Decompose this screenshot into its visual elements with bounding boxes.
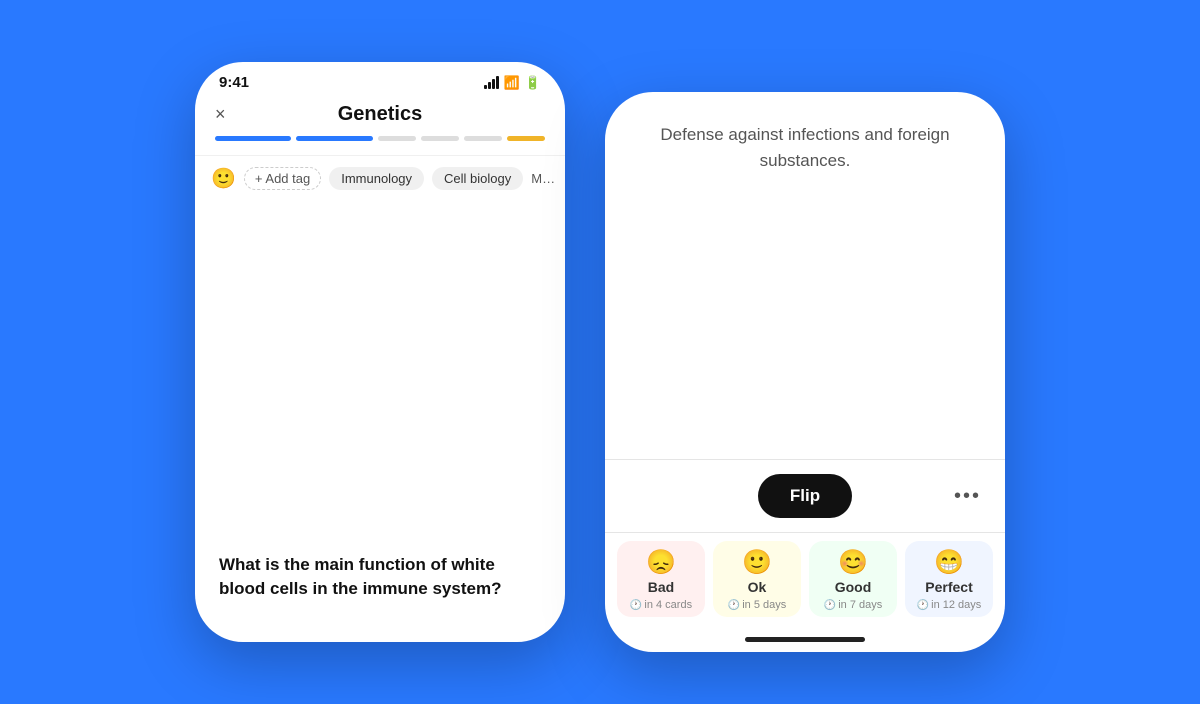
- tag-cell-biology[interactable]: Cell biology: [432, 167, 523, 190]
- progress-seg-5: [464, 136, 502, 141]
- phone-header: × Genetics: [195, 95, 565, 136]
- rating-row: 😞 Bad 🕐 in 4 cards 🙂 Ok 🕐 in 5 days: [605, 533, 1005, 629]
- flip-button[interactable]: Flip: [758, 474, 852, 518]
- close-button[interactable]: ×: [215, 104, 226, 125]
- phone-left: 9:41 📶 🔋 × Gene: [195, 62, 565, 642]
- tags-row: 🙂 + Add tag Immunology Cell biology M…: [195, 155, 565, 201]
- more-button[interactable]: •••: [954, 485, 981, 508]
- phones-container: 9:41 📶 🔋 × Gene: [195, 52, 1005, 652]
- progress-seg-4: [421, 136, 459, 141]
- status-icons-left: 📶 🔋: [484, 75, 541, 91]
- good-label: Good: [835, 579, 872, 595]
- ok-label: Ok: [748, 579, 767, 595]
- progress-seg-3: [378, 136, 416, 141]
- ok-emoji: 🙂: [742, 551, 772, 575]
- rating-ok-button[interactable]: 🙂 Ok 🕐 in 5 days: [713, 541, 801, 617]
- perfect-emoji: 😁: [934, 551, 964, 575]
- bad-sub: 🕐 in 4 cards: [630, 599, 692, 611]
- rating-bad-button[interactable]: 😞 Bad 🕐 in 4 cards: [617, 541, 705, 617]
- wifi-icon: 📶: [504, 75, 520, 91]
- add-tag-button[interactable]: + Add tag: [244, 167, 321, 190]
- bad-emoji: 😞: [646, 551, 676, 575]
- signal-bars-icon: [484, 76, 499, 89]
- status-time-left: 9:41: [219, 74, 249, 91]
- good-emoji: 😊: [838, 551, 868, 575]
- progress-bar: [195, 136, 565, 155]
- deck-title: Genetics: [338, 103, 422, 126]
- clock-icon-perfect: 🕐: [917, 600, 929, 611]
- rating-perfect-button[interactable]: 😁 Perfect 🕐 in 12 days: [905, 541, 993, 617]
- clock-icon-good: 🕐: [824, 600, 836, 611]
- perfect-sub: 🕐 in 12 days: [917, 599, 982, 611]
- progress-seg-2: [296, 136, 372, 141]
- bad-label: Bad: [648, 579, 674, 595]
- good-sub: 🕐 in 7 days: [824, 599, 882, 611]
- tag-immunology[interactable]: Immunology: [329, 167, 424, 190]
- card-answer-text: Defense against infections and foreign s…: [635, 122, 975, 175]
- rating-good-button[interactable]: 😊 Good 🕐 in 7 days: [809, 541, 897, 617]
- perfect-label: Perfect: [925, 579, 972, 595]
- clock-icon-bad: 🕐: [630, 600, 642, 611]
- card-question-area: What is the main function of white blood…: [195, 201, 565, 642]
- card-question-text: What is the main function of white blood…: [219, 553, 541, 602]
- battery-icon: 🔋: [525, 75, 541, 91]
- card-answer-area: Defense against infections and foreign s…: [605, 92, 1005, 459]
- ok-sub: 🕐 in 5 days: [728, 599, 786, 611]
- smiley-icon: 🙂: [211, 166, 236, 191]
- home-indicator: [745, 637, 865, 642]
- progress-seg-6: [507, 136, 545, 141]
- clock-icon-ok: 🕐: [728, 600, 740, 611]
- progress-seg-1: [215, 136, 291, 141]
- notch: [315, 62, 445, 90]
- tag-more: M…: [531, 171, 555, 186]
- phone-right: Defense against infections and foreign s…: [605, 92, 1005, 652]
- flip-row: Flip •••: [605, 460, 1005, 532]
